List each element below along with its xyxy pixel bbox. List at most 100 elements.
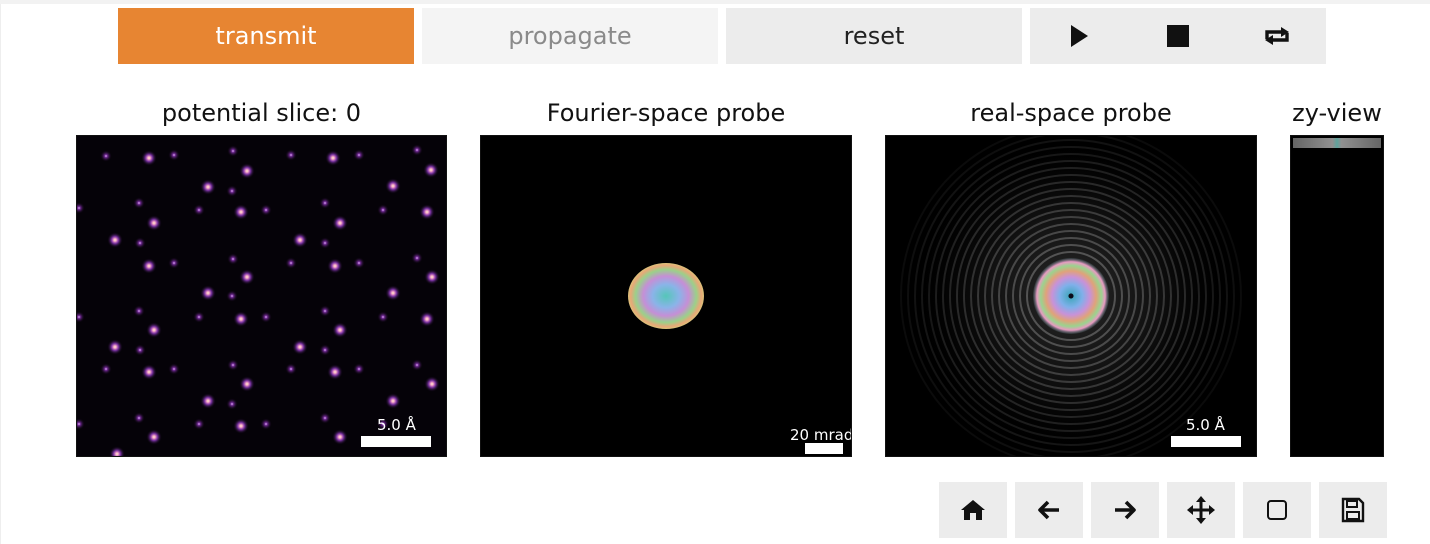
potential-image xyxy=(77,136,446,456)
playback-controls xyxy=(1030,8,1326,64)
realspace-probe-title: real-space probe xyxy=(970,99,1172,127)
atom-marker xyxy=(141,150,157,166)
zy-view-plot[interactable] xyxy=(1290,135,1384,457)
atom-marker xyxy=(193,311,205,323)
zy-view-title: zy-view xyxy=(1292,99,1382,127)
atom-marker xyxy=(325,150,341,166)
pan-button[interactable] xyxy=(1167,482,1235,538)
potential-scalebar-label: 5.0 Å xyxy=(377,416,416,434)
atom-marker xyxy=(141,364,157,380)
atom-marker xyxy=(226,290,238,302)
atom-marker xyxy=(260,311,272,323)
atom-marker xyxy=(193,418,205,430)
home-button[interactable] xyxy=(939,482,1007,538)
atom-marker xyxy=(332,215,348,231)
atom-marker xyxy=(411,252,423,264)
fourier-probe-plot[interactable]: 20 mrad xyxy=(480,135,852,457)
realspace-probe-plot[interactable]: 5.0 Å xyxy=(885,135,1257,457)
atom-marker xyxy=(419,311,435,327)
atom-marker xyxy=(168,363,180,375)
play-icon xyxy=(1071,25,1088,47)
atom-marker xyxy=(233,311,249,327)
atom-marker xyxy=(227,253,239,265)
atom-marker xyxy=(353,257,365,269)
atom-marker xyxy=(100,150,112,162)
atom-marker xyxy=(285,363,297,375)
loop-button[interactable] xyxy=(1228,8,1326,64)
realspace-scalebar xyxy=(1171,436,1241,447)
potential-slice-title: potential slice: 0 xyxy=(161,99,362,127)
zy-view-image xyxy=(1291,136,1383,456)
atom-marker xyxy=(292,339,308,355)
atom-marker xyxy=(133,305,145,317)
atom-marker xyxy=(107,339,123,355)
atom-marker xyxy=(292,232,308,248)
atom-marker xyxy=(260,418,272,430)
atom-marker xyxy=(100,363,112,375)
atom-marker xyxy=(239,269,255,285)
potential-slice-plot[interactable]: 5.0 Å xyxy=(76,135,447,457)
atom-marker xyxy=(134,344,146,356)
atom-marker xyxy=(227,359,239,371)
back-button[interactable] xyxy=(1015,482,1083,538)
atom-marker xyxy=(227,145,239,157)
potential-scalebar xyxy=(361,436,431,447)
atom-marker xyxy=(319,344,331,356)
play-button[interactable] xyxy=(1030,8,1128,64)
atom-marker xyxy=(233,418,249,434)
atom-marker xyxy=(353,363,365,375)
atom-marker xyxy=(377,311,389,323)
fourier-probe-image xyxy=(481,136,851,456)
fourier-scalebar xyxy=(805,443,843,454)
home-icon xyxy=(961,500,985,520)
atom-marker xyxy=(423,162,439,178)
propagate-button[interactable]: propagate xyxy=(422,8,718,64)
atom-marker xyxy=(419,204,435,220)
atom-marker xyxy=(285,149,297,161)
atom-marker xyxy=(319,305,331,317)
atom-marker xyxy=(385,285,401,301)
back-arrow-icon xyxy=(1038,500,1059,520)
atom-marker xyxy=(193,204,205,216)
atom-marker xyxy=(327,364,343,380)
atom-marker xyxy=(239,163,255,179)
atom-marker xyxy=(285,257,297,269)
atom-marker xyxy=(146,322,162,338)
atom-marker xyxy=(319,412,331,424)
atom-marker xyxy=(411,359,423,371)
save-icon xyxy=(1341,497,1365,523)
atom-marker xyxy=(377,204,389,216)
forward-arrow-icon xyxy=(1115,500,1136,520)
reset-button[interactable]: reset xyxy=(726,8,1022,64)
zoom-rect-icon xyxy=(1267,500,1287,520)
atom-marker xyxy=(146,429,162,445)
fourier-probe-title: Fourier-space probe xyxy=(546,99,786,127)
atom-marker xyxy=(319,237,331,249)
atom-marker xyxy=(233,204,249,220)
stop-button[interactable] xyxy=(1129,8,1227,64)
realspace-probe-image xyxy=(886,136,1256,456)
zoom-rect-button[interactable] xyxy=(1243,482,1311,538)
atom-marker xyxy=(168,149,180,161)
pan-icon xyxy=(1187,496,1215,524)
atom-marker xyxy=(146,215,162,231)
loop-icon xyxy=(1265,27,1289,45)
forward-button[interactable] xyxy=(1091,482,1159,538)
atom-marker xyxy=(260,204,272,216)
atom-marker xyxy=(168,257,180,269)
atom-marker xyxy=(327,258,343,274)
transmit-button[interactable]: transmit xyxy=(118,8,414,64)
atom-marker xyxy=(200,393,216,409)
atom-marker xyxy=(226,185,238,197)
atom-marker xyxy=(424,269,440,285)
atom-marker xyxy=(319,197,331,209)
atom-marker xyxy=(332,322,348,338)
left-border xyxy=(0,4,1,544)
fourier-scalebar-label: 20 mrad xyxy=(790,426,852,444)
save-button[interactable] xyxy=(1319,482,1387,538)
atom-marker xyxy=(332,429,348,445)
atom-marker xyxy=(424,376,440,392)
atom-marker xyxy=(200,179,216,195)
atom-marker xyxy=(226,398,238,410)
atom-marker xyxy=(239,376,255,392)
